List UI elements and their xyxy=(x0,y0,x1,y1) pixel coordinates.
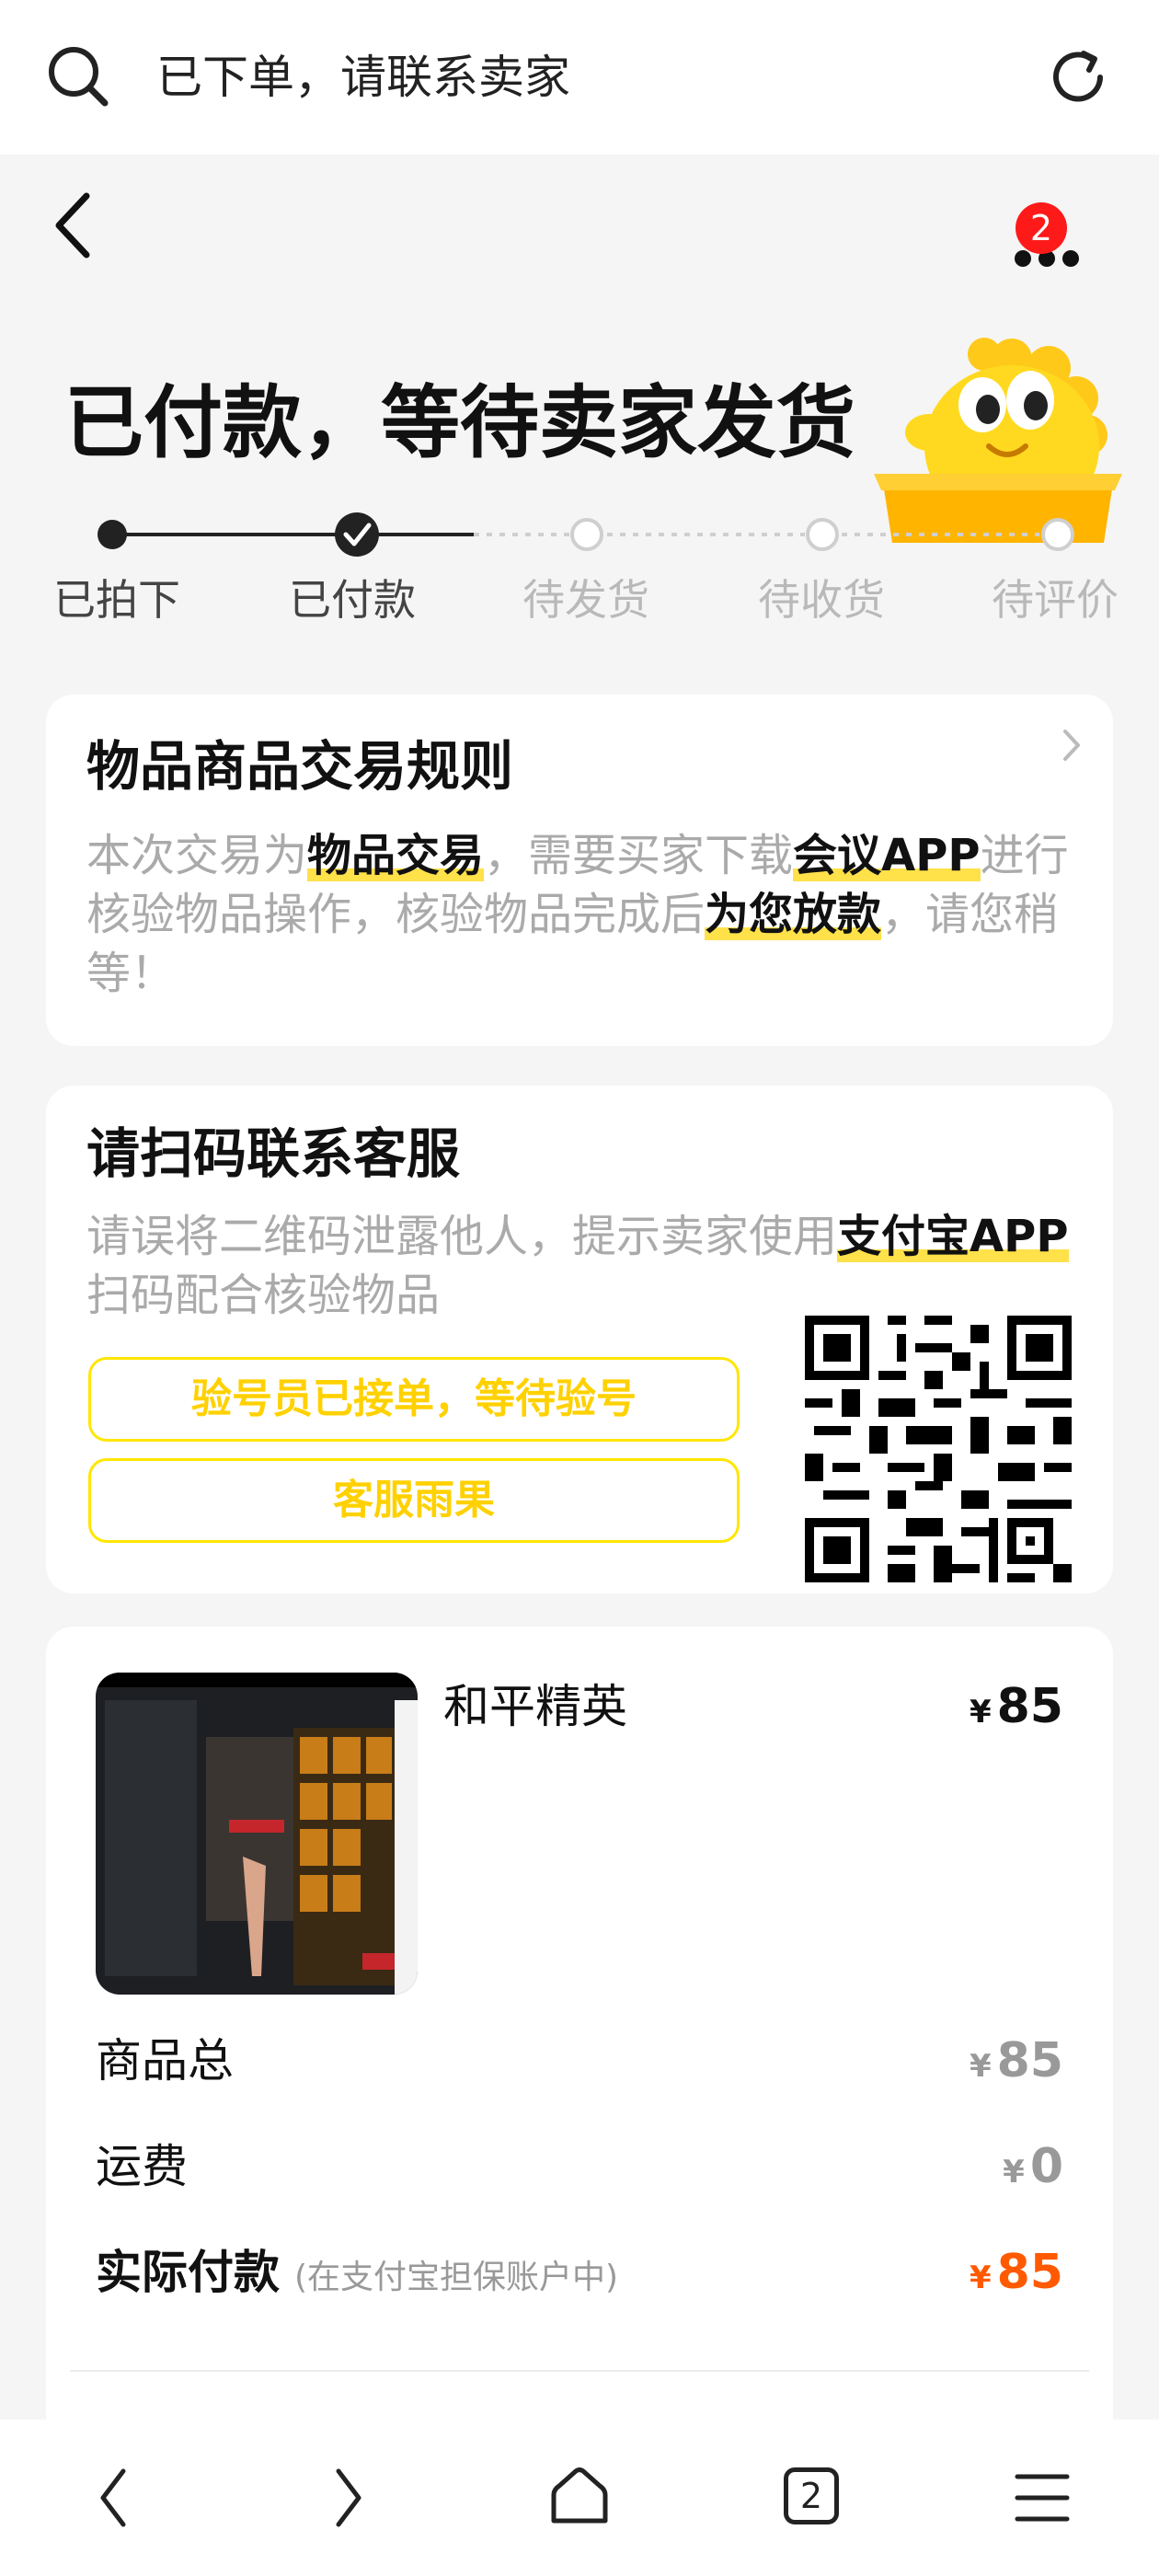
product-name[interactable]: 和平精英 xyxy=(443,1677,627,1736)
search-input[interactable]: 已下单，请联系卖家 xyxy=(156,48,570,107)
divider xyxy=(70,2370,1089,2372)
forward-icon[interactable] xyxy=(324,2466,370,2530)
actual-paid-label: 实际付款 (在支付宝担保账户中) xyxy=(96,2246,619,2299)
chevron-right-icon[interactable] xyxy=(1058,722,1085,768)
step-dot-todo xyxy=(1041,518,1074,551)
service-card: 请扫码联系客服 请误将二维码泄露他人，提示卖家使用支付宝APP扫码配合核验物品 … xyxy=(46,1086,1113,1593)
actual-paid-note: (在支付宝担保账户中) xyxy=(294,2259,619,2296)
step-label: 已付款 xyxy=(289,575,416,625)
back-icon[interactable] xyxy=(92,2466,138,2530)
menu-icon[interactable] xyxy=(1014,2471,1071,2524)
tabs-button[interactable]: 2 xyxy=(784,2467,839,2524)
service-title: 请扫码联系客服 xyxy=(86,1122,461,1185)
browser-bottom-bar: 2 xyxy=(0,2420,1159,2576)
step-dot-todo xyxy=(570,518,603,551)
product-price: ¥85 xyxy=(969,1679,1063,1734)
shipping-label: 运费 xyxy=(96,2140,188,2193)
product-thumbnail[interactable] xyxy=(96,1673,418,1995)
customer-service-button[interactable]: 客服雨果 xyxy=(88,1458,740,1543)
step-dot-todo xyxy=(806,518,839,551)
qr-code-image xyxy=(805,1316,1072,1582)
progress-stepper xyxy=(98,512,1074,557)
step-dot-current xyxy=(335,512,379,557)
home-icon[interactable] xyxy=(546,2464,613,2530)
order-card: 和平精英 ¥85 商品总 ¥85 运费 ¥0 实际付款 (在支付宝担保账户中) ¥… xyxy=(46,1627,1113,2455)
notification-badge: 2 xyxy=(1016,202,1067,254)
step-label: 待发货 xyxy=(522,575,649,625)
subtotal-label: 商品总 xyxy=(96,2034,234,2087)
verifier-status-button[interactable]: 验号员已接单，等待验号 xyxy=(88,1357,740,1442)
step-label: 待评价 xyxy=(992,575,1119,625)
step-label: 已拍下 xyxy=(53,575,180,625)
step-dot-done xyxy=(98,520,127,549)
refresh-icon[interactable] xyxy=(1047,46,1109,109)
step-label: 待收货 xyxy=(758,575,885,625)
actual-paid-value: ¥85 xyxy=(969,2245,1063,2300)
back-icon[interactable] xyxy=(46,189,101,262)
search-icon[interactable] xyxy=(46,44,110,109)
browser-address-bar: 已下单，请联系卖家 xyxy=(0,0,1159,155)
page-title: 已付款，等待卖家发货 xyxy=(64,377,855,469)
service-text: 请误将二维码泄露他人，提示卖家使用支付宝APP扫码配合核验物品 xyxy=(86,1211,1069,1321)
subtotal-value: ¥85 xyxy=(969,2033,1063,2088)
shipping-value: ¥0 xyxy=(1003,2139,1063,2194)
rules-text: 本次交易为物品交易，需要买家下载会议APP进行核验物品操作，核验物品完成后为您放… xyxy=(86,830,1069,999)
rules-title: 物品商品交易规则 xyxy=(86,735,514,798)
rules-card[interactable]: 物品商品交易规则 本次交易为物品交易，需要买家下载会议APP进行核验物品操作，核… xyxy=(46,695,1113,1046)
